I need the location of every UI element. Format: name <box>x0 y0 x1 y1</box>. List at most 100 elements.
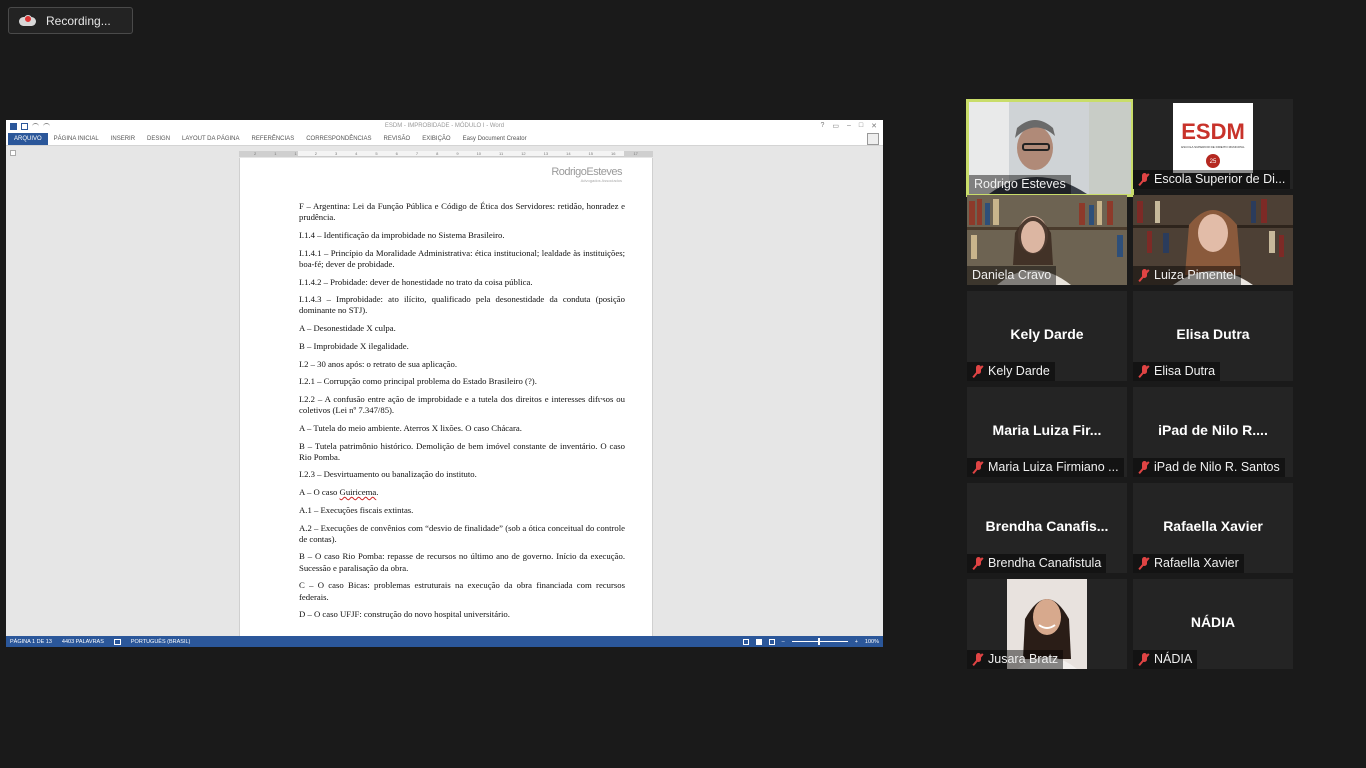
zoom-out-icon[interactable]: – <box>782 639 785 645</box>
shared-screen-word: ESDM - IMPROBIDADE - MÓDULO I - Word ? ▭… <box>6 120 883 647</box>
user-avatar[interactable] <box>867 133 879 145</box>
participant-name: Escola Superior de Di... <box>1154 172 1286 186</box>
ruler-label: 9 <box>456 151 459 156</box>
svg-text:ESCOLA SUPERIOR DE DIREITO MUN: ESCOLA SUPERIOR DE DIREITO MUNICIPAL <box>1181 145 1245 149</box>
document-paragraph: I.2.3 – Desvirtuamento ou banalização do… <box>299 469 477 480</box>
participant-tile[interactable]: iPad de Nilo R.... iPad de Nilo R. Santos <box>1133 387 1293 477</box>
ribbon-tabs: ARQUIVO PÁGINA INICIAL INSERIR DESIGN LA… <box>6 132 883 146</box>
ruler-label: 2 <box>314 151 317 156</box>
tab-referencias[interactable]: REFERÊNCIAS <box>246 133 301 145</box>
participant-tile[interactable]: Elisa Dutra Elisa Dutra <box>1133 291 1293 381</box>
participant-tile[interactable]: Maria Luiza Fir... Maria Luiza Firmiano .… <box>967 387 1127 477</box>
ruler-label: 4 <box>355 151 358 156</box>
ruler-label: 1 <box>274 151 277 156</box>
participant-name-label: Rafaella Xavier <box>1133 554 1244 573</box>
help-icon[interactable]: ? <box>820 122 824 130</box>
muted-mic-icon <box>1138 365 1150 378</box>
horizontal-ruler[interactable]: 2 1 1 2 3 4 5 6 7 8 9 10 11 12 13 14 15 16 17 <box>239 151 653 157</box>
document-title: ESDM - IMPROBIDADE - MÓDULO I - Word <box>384 123 505 129</box>
minimize-icon[interactable]: – <box>847 122 851 130</box>
document-paragraph: I.1.4.2 – Probidade: dever de honestidad… <box>299 276 533 287</box>
muted-mic-icon <box>972 365 984 378</box>
zoom-slider[interactable] <box>791 638 848 645</box>
participant-tile[interactable]: Kely Darde Kely Darde <box>967 291 1127 381</box>
participant-name: Rafaella Xavier <box>1154 556 1239 570</box>
participant-name: Kely Darde <box>988 364 1050 378</box>
document-paragraph: I.2.1 – Corrupção como principal problem… <box>299 376 537 387</box>
tab-pagina-inicial[interactable]: PÁGINA INICIAL <box>48 133 105 145</box>
participant-tile[interactable]: Brendha Canafis... Brendha Canafistula <box>967 483 1127 573</box>
participant-display-name: Kely Darde <box>1010 326 1084 342</box>
participant-name: NÁDIA <box>1154 652 1193 666</box>
document-paragraph: A.1 – Execuções fiscais extintas. <box>299 504 414 515</box>
participant-name: iPad de Nilo R. Santos <box>1154 460 1280 474</box>
document-paragraph: A – O caso Guiricema. <box>299 487 379 498</box>
participant-name: Maria Luiza Firmiano ... <box>988 460 1119 474</box>
participant-name-label: iPad de Nilo R. Santos <box>1133 458 1285 477</box>
document-paragraph: I.1.4.1 – Princípio da Moralidade Admini… <box>299 247 625 269</box>
ruler-label: 11 <box>499 151 504 156</box>
spelling-error[interactable]: Guiricema <box>340 487 377 497</box>
participant-name: Luiza Pimentel <box>1154 268 1236 282</box>
tab-inserir[interactable]: INSERIR <box>105 133 141 145</box>
tab-revisao[interactable]: REVISÃO <box>378 133 417 145</box>
ruler-label: 13 <box>543 151 549 156</box>
participant-name-label: Brendha Canafistula <box>967 554 1107 573</box>
document-page[interactable]: RodrigoEsteves Advogados Associados F – … <box>239 158 653 636</box>
muted-mic-icon <box>1138 461 1150 474</box>
participant-name: Brendha Canafistula <box>988 556 1102 570</box>
participant-name-label: Escola Superior de Di... <box>1133 170 1291 189</box>
muted-mic-icon <box>1138 653 1150 666</box>
tab-easy-document-creator[interactable]: Easy Document Creator <box>457 133 533 145</box>
participant-display-name: Elisa Dutra <box>1176 326 1250 342</box>
participant-tile[interactable]: Rodrigo Esteves <box>966 99 1134 197</box>
document-paragraph: I.2.2 – A confusão entre ação de improbi… <box>299 393 625 416</box>
participant-tile[interactable]: ESDM ESCOLA SUPERIOR DE DIREITO MUNICIPAL… <box>1133 99 1293 189</box>
ruler-label: 3 <box>334 151 338 156</box>
status-bar: PÁGINA 1 DE 13 4403 PALAVRAS PORTUGUÊS (… <box>6 636 883 647</box>
participant-name-label: Rodrigo Esteves <box>969 175 1071 194</box>
ruler-label: 15 <box>588 151 593 156</box>
letterhead-logo: RodrigoEsteves Advogados Associados <box>551 166 622 183</box>
web-layout-icon[interactable] <box>768 638 775 645</box>
participant-name-label: Luiza Pimentel <box>1133 266 1241 285</box>
participant-display-name: NÁDIA <box>1190 614 1236 630</box>
muted-mic-icon <box>972 557 984 570</box>
document-body[interactable]: F – Argentina: Lei da Função Pública e C… <box>299 201 625 627</box>
document-paragraph: I.2 – 30 anos após: o retrato de sua apl… <box>299 358 458 369</box>
tab-design[interactable]: DESIGN <box>141 133 176 145</box>
maximize-icon[interactable]: □ <box>859 122 863 130</box>
tab-arquivo[interactable]: ARQUIVO <box>8 132 48 145</box>
language[interactable]: PORTUGUÊS (BRASIL) <box>131 639 191 645</box>
muted-mic-icon <box>1138 557 1150 570</box>
zoom-level[interactable]: 100% <box>865 639 879 645</box>
ruler-label: 5 <box>375 151 378 156</box>
participant-tile[interactable]: Daniela Cravo <box>967 195 1127 285</box>
read-mode-icon[interactable] <box>742 638 749 645</box>
tab-correspondencias[interactable]: CORRESPONDÊNCIAS <box>300 133 377 145</box>
recording-indicator[interactable]: Recording... <box>8 7 133 34</box>
ruler-label: 1 <box>294 151 297 156</box>
document-paragraph: I.1.4 – Identificação da improbidade no … <box>299 229 505 240</box>
participant-display-name: Maria Luiza Fir... <box>992 422 1102 438</box>
page-count[interactable]: PÁGINA 1 DE 13 <box>10 639 52 645</box>
ruler-label: 7 <box>415 151 419 156</box>
close-icon[interactable]: ✕ <box>871 122 877 130</box>
word-count[interactable]: 4403 PALAVRAS <box>62 639 104 645</box>
tab-exibicao[interactable]: EXIBIÇÃO <box>416 133 456 145</box>
participant-tile[interactable]: NÁDIA NÁDIA <box>1133 579 1293 669</box>
zoom-in-icon[interactable]: + <box>855 639 858 645</box>
document-paragraph: B – Improbidade X ilegalidade. <box>299 340 409 351</box>
ribbon-options-icon[interactable]: ▭ <box>832 122 839 130</box>
participant-tile[interactable]: Luiza Pimentel <box>1133 195 1293 285</box>
muted-mic-icon <box>972 653 984 666</box>
print-layout-icon[interactable] <box>755 638 762 645</box>
tab-layout-da-pagina[interactable]: LAYOUT DA PÁGINA <box>176 133 245 145</box>
logo-subtitle: Advogados Associados <box>580 178 622 183</box>
participant-tile[interactable]: Jusara Bratz <box>967 579 1127 669</box>
proofing-icon[interactable] <box>113 638 121 645</box>
participant-tile[interactable]: Rafaella Xavier Rafaella Xavier <box>1133 483 1293 573</box>
document-paragraph: F – Argentina: Lei da Função Pública e C… <box>299 201 625 223</box>
muted-mic-icon <box>1138 269 1150 282</box>
document-paragraph: B – O caso Rio Pomba: repasse de recurso… <box>299 551 625 573</box>
